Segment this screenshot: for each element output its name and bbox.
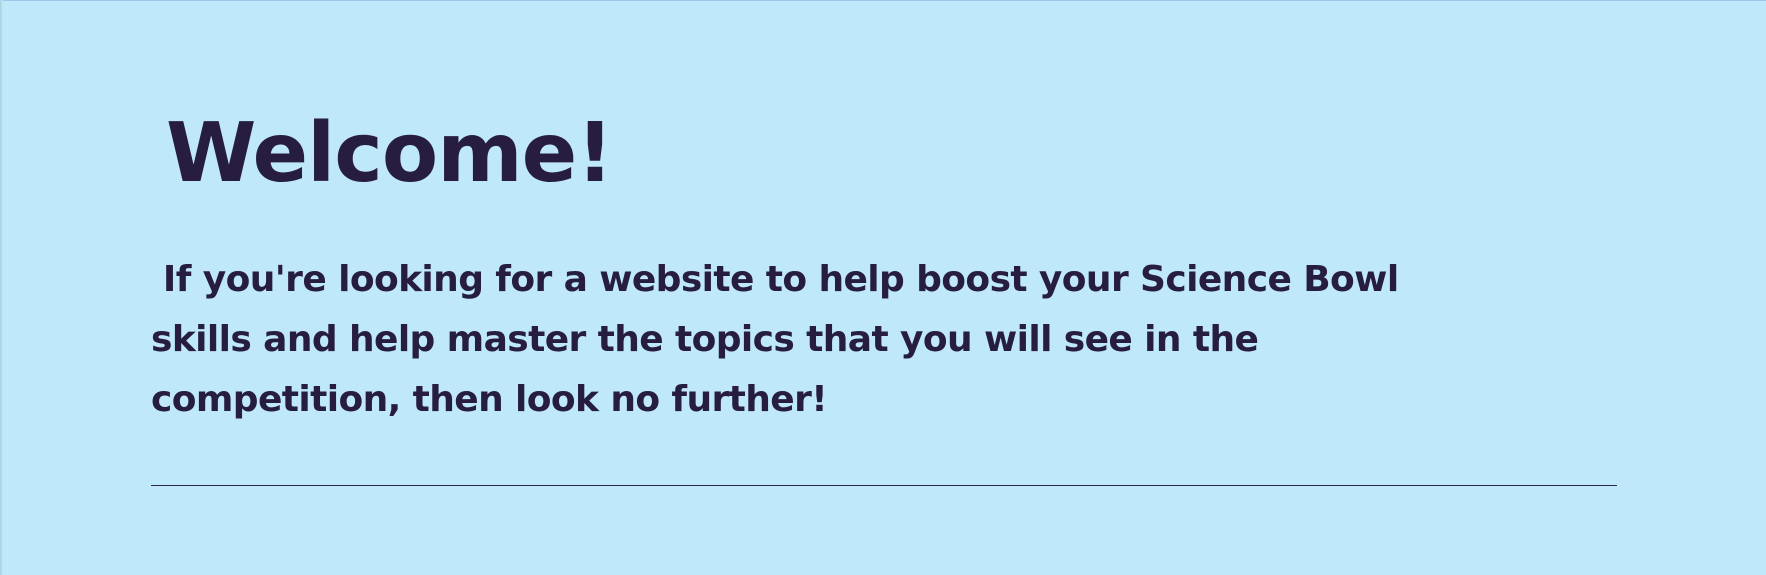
section-divider <box>151 485 1617 486</box>
welcome-section: Welcome! If you're looking for a website… <box>0 0 1766 575</box>
intro-line: skills and help master the topics that y… <box>151 319 1259 360</box>
intro-paragraph: If you're looking for a website to help … <box>151 250 1399 430</box>
intro-line: If you're looking for a website to help … <box>151 259 1399 300</box>
intro-line: competition, then look no further! <box>151 379 828 420</box>
welcome-heading: Welcome! <box>166 106 614 201</box>
